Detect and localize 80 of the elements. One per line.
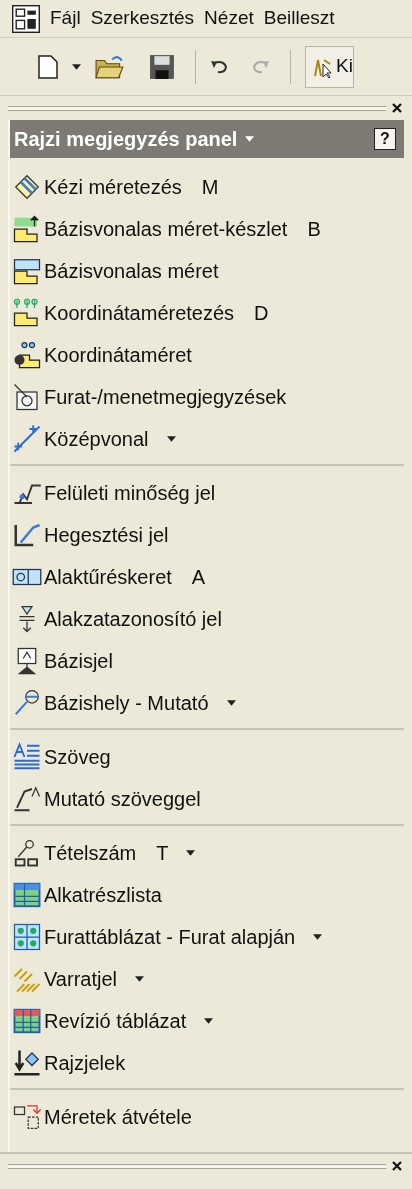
title-dropdown-caret-icon bbox=[245, 136, 255, 142]
new-document-icon[interactable] bbox=[38, 53, 58, 80]
tool-label: Koordinátaméretezés bbox=[44, 301, 235, 326]
tool-label: Alaktűréskeret bbox=[44, 565, 172, 590]
retrieve-dimensions-icon bbox=[12, 1102, 42, 1132]
ordinate-set-icon bbox=[12, 340, 42, 370]
tool-item[interactable]: Varratjel bbox=[10, 958, 404, 1000]
sketched-symbol-icon bbox=[12, 1048, 42, 1078]
tool-label: Alakzatazonosító jel bbox=[44, 607, 222, 632]
panel-title: Rajzi megjegyzés panel bbox=[14, 127, 238, 152]
leader-text-icon bbox=[12, 784, 42, 814]
shortcut-key: A bbox=[191, 562, 206, 592]
menu-item[interactable]: Nézet bbox=[204, 4, 254, 33]
tool-item[interactable]: Rajzjelek bbox=[10, 1042, 404, 1084]
tool-item[interactable]: Bázisvonalas méret bbox=[10, 250, 404, 292]
tool-label: Revízió táblázat bbox=[44, 1009, 187, 1034]
tool-item[interactable]: Revízió táblázat bbox=[10, 1000, 404, 1042]
panel-header[interactable]: Rajzi megjegyzés panel ? bbox=[10, 120, 404, 158]
leader-icon bbox=[12, 688, 42, 718]
save-icon[interactable] bbox=[149, 52, 175, 81]
tool-label: Bázisvonalas méret bbox=[44, 259, 219, 284]
panel-grip[interactable] bbox=[8, 105, 386, 111]
tool-item[interactable]: Kézi méretezés M bbox=[10, 166, 404, 208]
shortcut-key: M bbox=[201, 172, 219, 202]
tool-label: Varratjel bbox=[44, 967, 117, 992]
text-icon bbox=[12, 742, 42, 772]
tool-label: Méretek átvétele bbox=[44, 1105, 192, 1130]
tool-item[interactable]: Furat-/menetmegjegyzések bbox=[10, 376, 404, 418]
tool-label: Bázisvonalas méret-készlet bbox=[44, 217, 288, 242]
hole-table-icon bbox=[12, 922, 42, 952]
tool-item[interactable]: Tételszám T bbox=[10, 832, 404, 874]
tool-label: Hegesztési jel bbox=[44, 523, 169, 548]
open-folder-icon[interactable] bbox=[95, 53, 125, 80]
tool-label: Furat-/menetmegjegyzések bbox=[44, 385, 287, 410]
panel-grip[interactable] bbox=[8, 1163, 386, 1169]
tool-label: Furattáblázat - Furat alapján bbox=[44, 925, 296, 950]
app-icon[interactable] bbox=[12, 4, 40, 33]
menu-item[interactable]: Beilleszt bbox=[263, 4, 335, 33]
tool-label: Felületi minőség jel bbox=[44, 481, 216, 506]
new-dropdown-caret-icon bbox=[72, 63, 81, 70]
help-button[interactable]: ? bbox=[374, 128, 396, 150]
tool-item[interactable]: Koordinátaméret bbox=[10, 334, 404, 376]
tool-item[interactable]: Mutató szöveggel bbox=[10, 778, 404, 820]
tool-label: Koordinátaméret bbox=[44, 343, 192, 368]
menu-item[interactable]: Szerkesztés bbox=[90, 4, 195, 33]
menu-item[interactable]: Fájl bbox=[50, 4, 81, 33]
tool-item[interactable]: Bázishely - Mutató bbox=[10, 682, 404, 724]
tool-label: Középvonal bbox=[44, 427, 149, 452]
tool-label: Bázishely - Mutató bbox=[44, 691, 209, 716]
tool-item[interactable]: Méretek átvétele bbox=[10, 1096, 404, 1138]
tool-item[interactable]: Szöveg bbox=[10, 736, 404, 778]
centerline-icon bbox=[12, 424, 42, 454]
undo-icon[interactable] bbox=[210, 59, 230, 74]
tool-item[interactable]: Furattáblázat - Furat alapján bbox=[10, 916, 404, 958]
close-icon[interactable] bbox=[392, 1161, 402, 1171]
tool-label: Mutató szöveggel bbox=[44, 787, 201, 812]
tool-item[interactable]: Hegesztési jel bbox=[10, 514, 404, 556]
parts-list-icon bbox=[12, 880, 42, 910]
diagonal-dimension-icon bbox=[12, 172, 42, 202]
tool-label: Bázisjel bbox=[44, 649, 113, 674]
tool-item[interactable]: Alakzatazonosító jel bbox=[10, 598, 404, 640]
tool-label: Szöveg bbox=[44, 745, 111, 770]
tool-item[interactable]: Bázisjel bbox=[10, 640, 404, 682]
shortcut-key: T bbox=[156, 838, 169, 868]
tool-item[interactable]: Alaktűréskeret A bbox=[10, 556, 404, 598]
select-tool-button[interactable]: Ki bbox=[305, 45, 354, 88]
tool-item[interactable]: Középvonal bbox=[10, 418, 404, 460]
tool-item[interactable]: Bázisvonalas méret-készlet B bbox=[10, 208, 404, 250]
tool-label: Rajzjelek bbox=[44, 1051, 126, 1076]
tool-item[interactable]: Koordinátaméretezés D bbox=[10, 292, 404, 334]
tool-item[interactable]: Alkatrészlista bbox=[10, 874, 404, 916]
tool-label: Alkatrészlista bbox=[44, 883, 162, 908]
shortcut-key: D bbox=[254, 298, 269, 328]
close-icon[interactable] bbox=[392, 103, 402, 113]
tool-label: Tételszám bbox=[44, 841, 137, 866]
tool-item[interactable]: Felületi minőség jel bbox=[10, 472, 404, 514]
baseline-dimension-icon bbox=[12, 256, 42, 286]
tool-label: Kézi méretezés bbox=[44, 175, 182, 200]
shortcut-key: B bbox=[307, 214, 321, 244]
revision-table-icon bbox=[12, 1006, 42, 1036]
